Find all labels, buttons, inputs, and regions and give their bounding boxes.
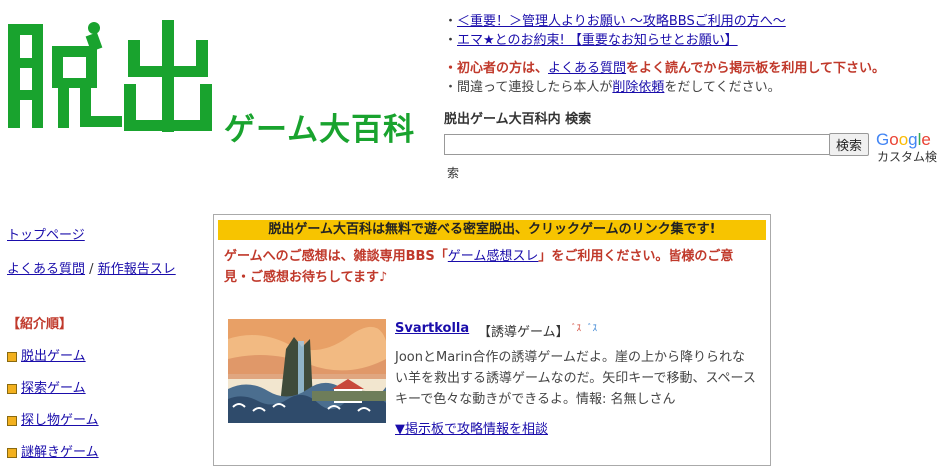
notice-item: ・＜重要！＞管理人よりお願い ～攻略BBSご利用の方へ～ xyxy=(444,12,944,31)
search-title: 脱出ゲーム大百科内 検索 xyxy=(444,112,592,127)
game-description: JoonとMarin合作の誘導ゲームだよ。崖の上から降りられない羊を救出する誘導… xyxy=(395,350,756,407)
bullet-icon xyxy=(7,351,17,362)
notice-warn-text-2: をよく読んでから掲示板を利用して下さい。 xyxy=(626,61,886,76)
search-input[interactable] xyxy=(444,134,830,155)
bullet-icon xyxy=(7,383,17,394)
sidebar-row: 探し物ゲーム xyxy=(7,409,99,428)
sidebar-item-search[interactable]: 探し物ゲーム xyxy=(21,413,99,428)
section-heading: 【紹介順】 xyxy=(7,317,73,332)
notice-list: ・＜重要！＞管理人よりお願い ～攻略BBSご利用の方へ～ ・エマ★とのお約束! … xyxy=(444,12,944,97)
bullet-icon xyxy=(7,415,17,426)
bullet: ・ xyxy=(444,14,458,29)
svg-text:ﾞｽ: ﾞｽ xyxy=(588,323,598,333)
smartphone-icon: ﾞｽ ﾞｽ xyxy=(572,323,598,334)
notice-text: 間違って連投したら本人が xyxy=(457,80,613,95)
separator: / xyxy=(89,262,94,277)
search-button[interactable]: 検索 xyxy=(829,133,870,156)
site-logo[interactable]: ゲーム大百科 xyxy=(2,16,432,148)
notice-link-promise[interactable]: エマ★とのお約束! 【重要なお知らせとお願い】 xyxy=(457,33,738,48)
thumbnail-image xyxy=(228,319,386,423)
sidebar-item-newreport[interactable]: 新作報告スレ xyxy=(98,262,176,277)
bullet: ・ xyxy=(444,61,458,76)
svg-text:ﾞｽ: ﾞｽ xyxy=(572,323,582,333)
game-title-link[interactable]: Svartkolla xyxy=(395,321,469,336)
bullet: ・ xyxy=(444,33,458,48)
sidebar-row: 脱出ゲーム xyxy=(7,345,86,364)
logo-subtitle: ゲーム大百科 xyxy=(224,112,416,148)
sidebar-item-escape[interactable]: 脱出ゲーム xyxy=(21,349,86,364)
custom-search-label: カスタム検 xyxy=(877,150,938,164)
sidebar-item-top[interactable]: トップページ xyxy=(7,224,85,243)
feedback-notice: ゲームへのご感想は、雑談専用BBS「ゲーム感想スレ」をご利用ください。皆様のご意… xyxy=(224,246,754,288)
sidebar-row: 探索ゲーム xyxy=(7,377,86,396)
intro-banner: 脱出ゲーム大百科は無料で遊べる密室脱出、クリックゲームのリンク集です! xyxy=(218,220,766,240)
impressions-thread-link[interactable]: ゲーム感想スレ xyxy=(448,249,539,264)
sidebar-row: よくある質問 / 新作報告スレ xyxy=(7,258,176,277)
browser-icons: ﾞｽ ﾞｽ xyxy=(572,321,604,336)
main-content: 脱出ゲーム大百科は無料で遊べる密室脱出、クリックゲームのリンク集です! ゲームへ… xyxy=(213,214,771,466)
custom-search-label-2: 索 xyxy=(447,166,460,180)
bullet-icon xyxy=(7,447,17,458)
bullet: ・ xyxy=(444,80,458,95)
sidebar-item-explore[interactable]: 探索ゲーム xyxy=(21,381,86,396)
notice-link-request[interactable]: ＜重要！＞管理人よりお願い ～攻略BBSご利用の方へ～ xyxy=(457,14,786,29)
faq-link[interactable]: よくある質問 xyxy=(548,61,626,76)
game-thumbnail[interactable] xyxy=(228,319,386,423)
feedback-text: ゲームへのご感想は、雑談専用BBS「 xyxy=(224,249,448,264)
notice-item: ・初心者の方は、よくある質問をよく読んでから掲示板を利用して下さい。 xyxy=(444,59,944,78)
google-logo: Google xyxy=(876,130,931,149)
bbs-strategy-link[interactable]: ▼掲示板で攻略情報を相談 xyxy=(395,418,548,437)
notice-warn-text: 初心者の方は、 xyxy=(457,61,549,76)
sidebar-row: 謎解きゲーム xyxy=(7,441,99,460)
notice-text-2: をだしてください。 xyxy=(664,80,781,95)
notice-item: ・エマ★とのお約束! 【重要なお知らせとお願い】 xyxy=(444,31,944,50)
sidebar-item-puzzle[interactable]: 謎解きゲーム xyxy=(21,445,99,460)
game-genre: 【誘導ゲーム】 xyxy=(478,325,569,340)
sidebar-item-faq[interactable]: よくある質問 xyxy=(7,262,85,277)
notice-item: ・間違って連投したら本人が削除依頼をだしてください。 xyxy=(444,78,944,97)
delete-request-link[interactable]: 削除依頼 xyxy=(612,80,664,95)
